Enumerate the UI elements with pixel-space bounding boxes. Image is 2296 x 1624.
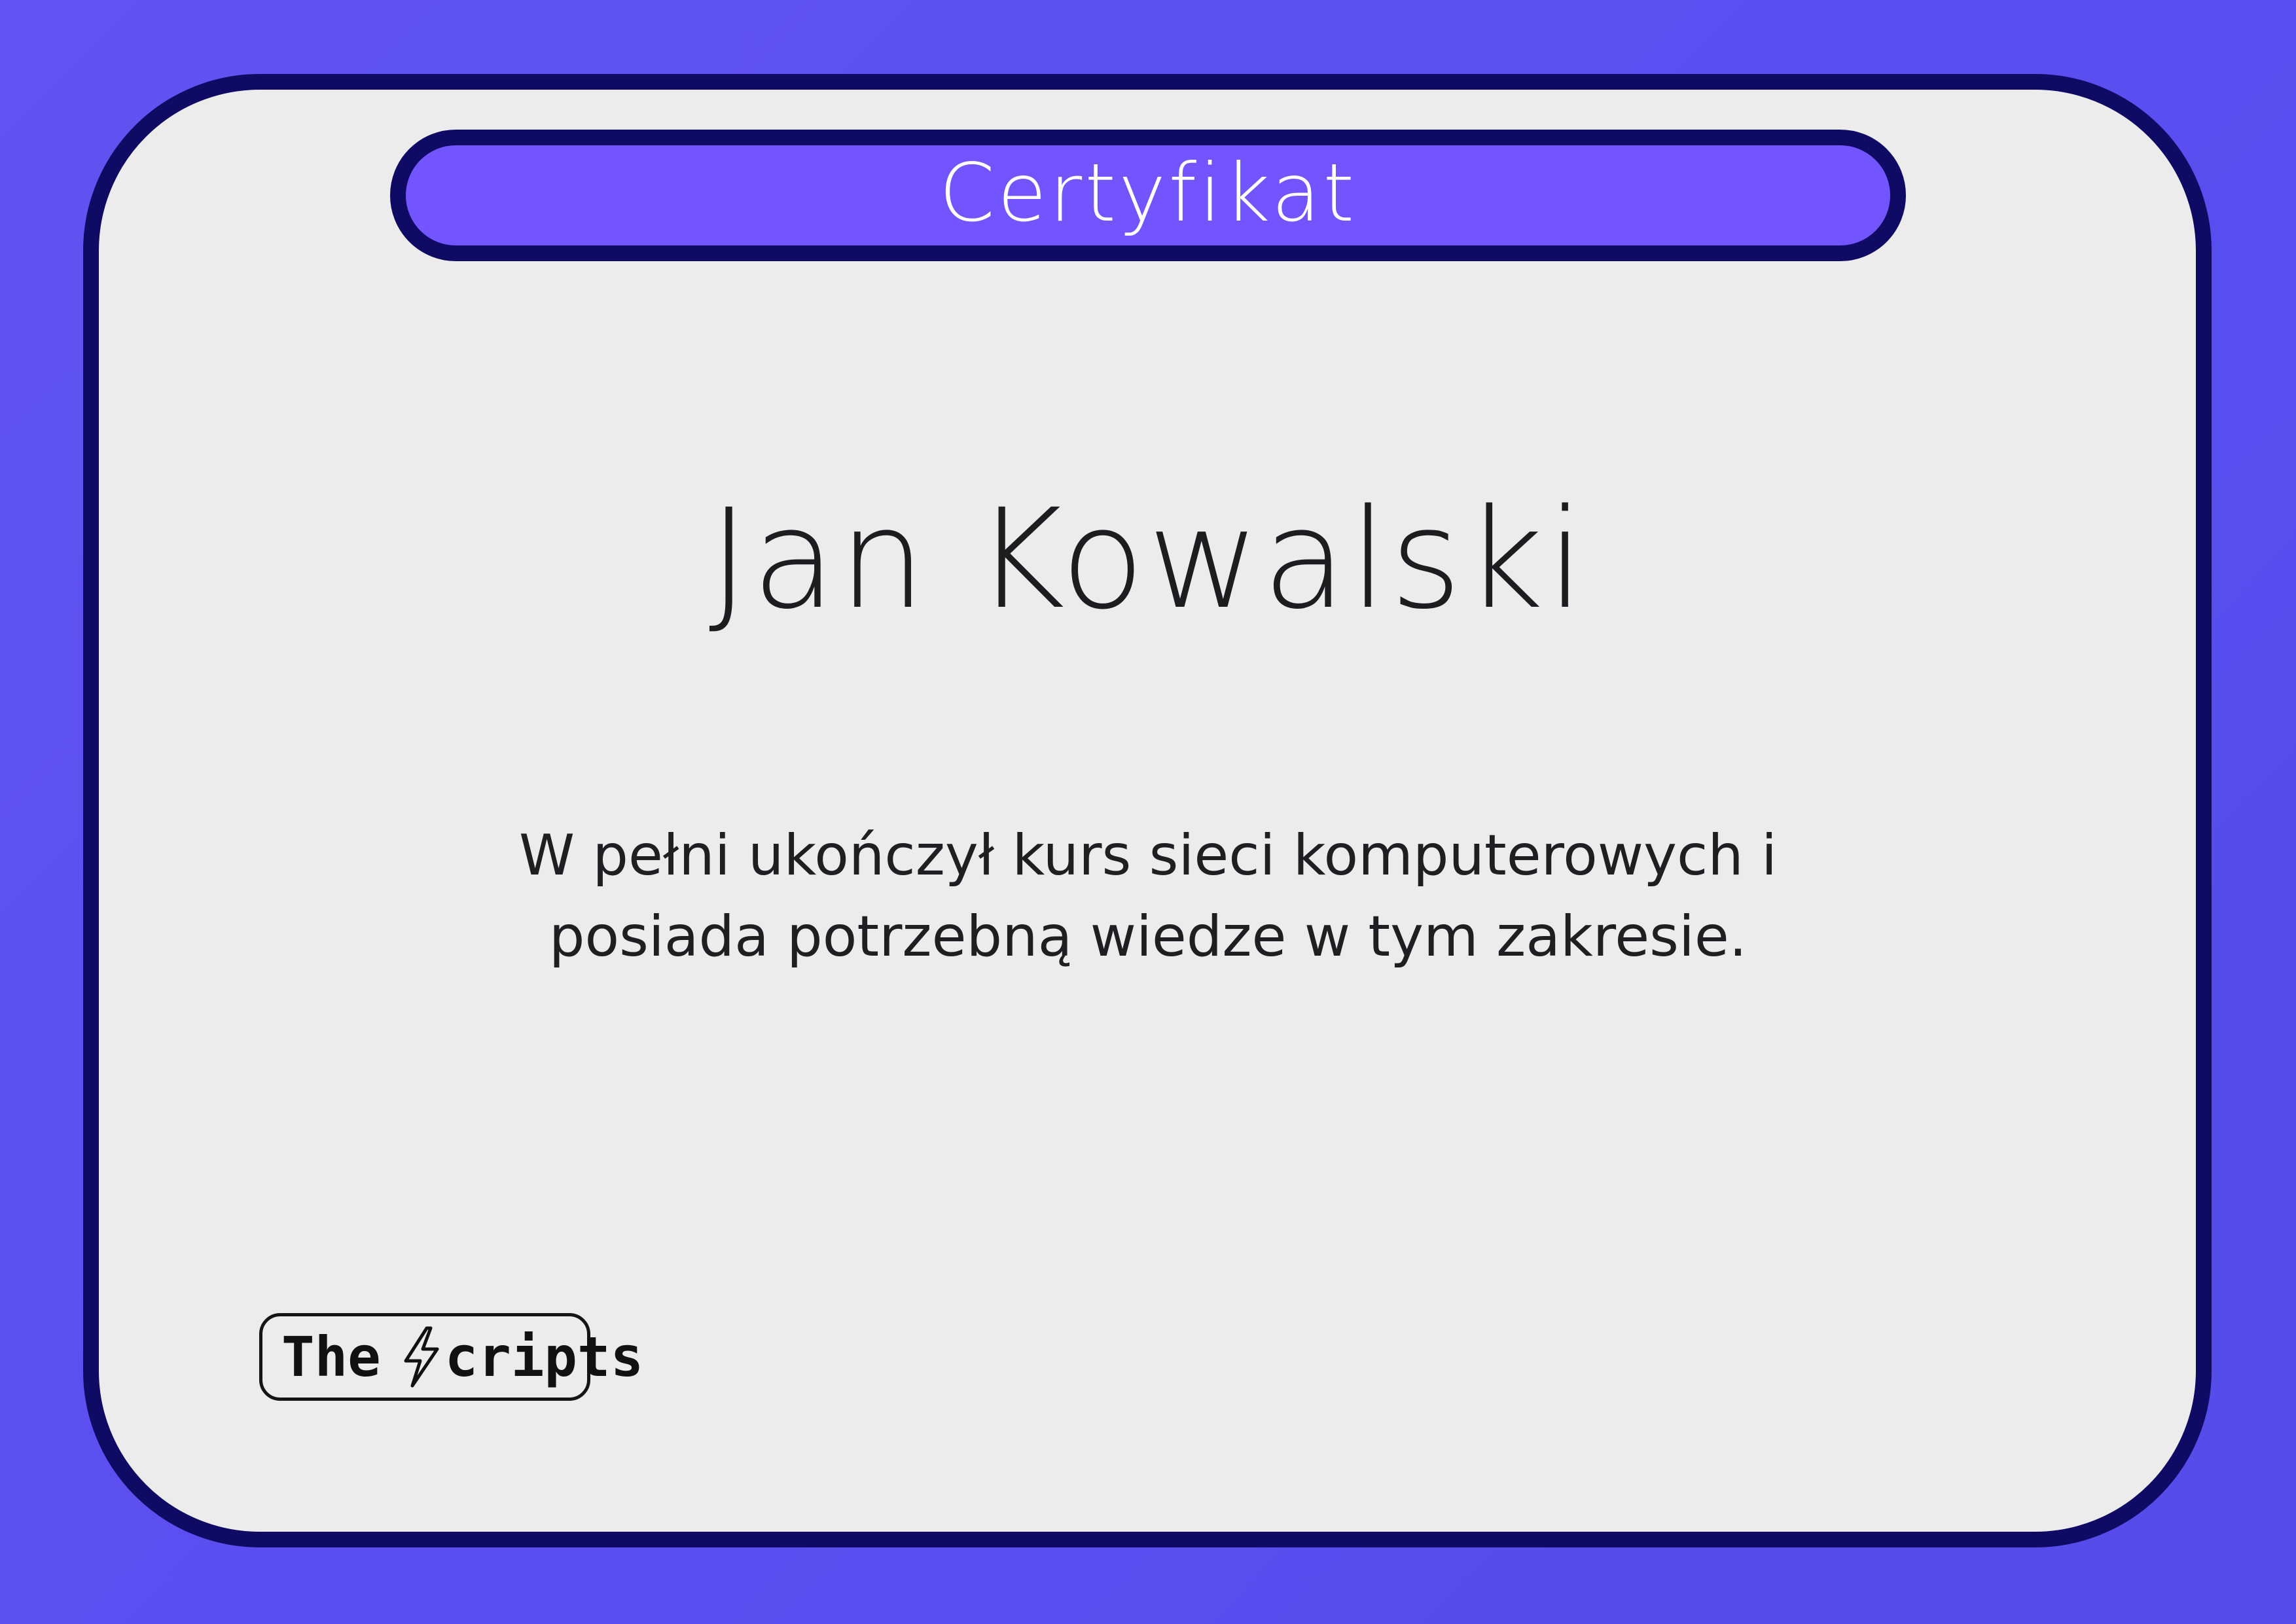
lightning-bolt-icon [404, 1326, 439, 1388]
certificate-description: W pełni ukończył kurs sieci komputerowyc… [0, 815, 2296, 977]
logo-text-the: The [281, 1325, 381, 1389]
certificate-title: Certyfikat [939, 146, 1357, 240]
description-line-1: W pełni ukończył kurs sieci komputerowyc… [519, 823, 1777, 888]
description-line-2: posiada potrzebną wiedze w tym zakresie. [548, 904, 1748, 969]
logo-text-cripts: cripts [444, 1325, 644, 1389]
certificate-title-bar: Certyfikat [390, 130, 1906, 261]
thescripts-logo: The cripts [259, 1313, 643, 1401]
logo-wordmark: The cripts [281, 1313, 643, 1401]
recipient-name: Jan Kowalski [708, 479, 1588, 640]
